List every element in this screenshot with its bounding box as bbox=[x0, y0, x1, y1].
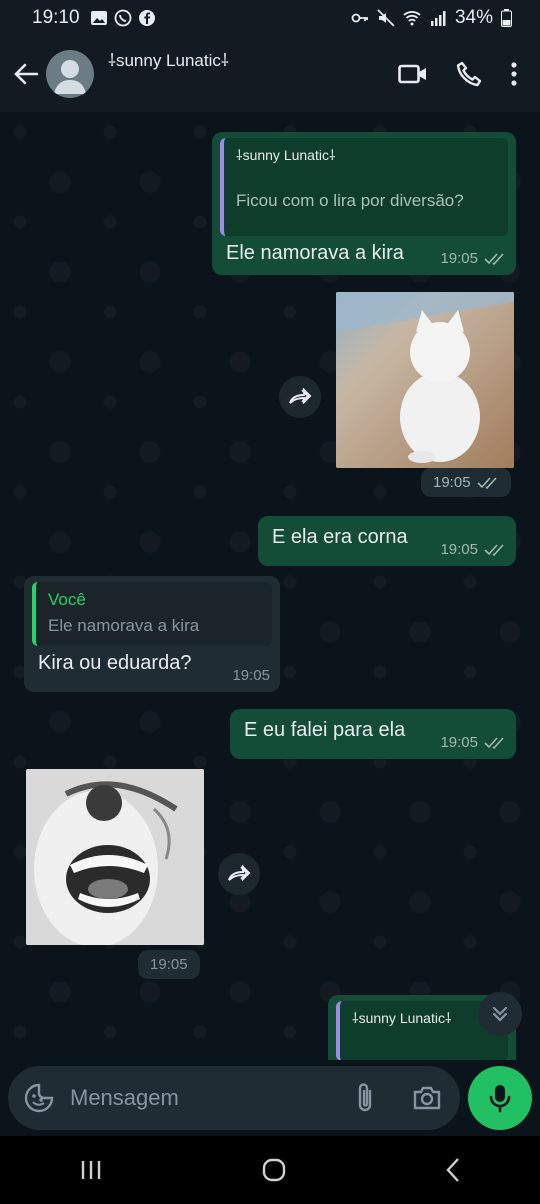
sticker-icon[interactable] bbox=[24, 1083, 54, 1113]
chevrons-down-icon bbox=[492, 1006, 508, 1022]
double-check-icon bbox=[484, 252, 504, 265]
message-meta: 19:05 bbox=[440, 250, 506, 267]
double-check-icon bbox=[484, 543, 504, 556]
facebook-icon bbox=[138, 10, 155, 26]
message-meta: 19:05 bbox=[232, 667, 270, 684]
notification-icons bbox=[90, 9, 156, 27]
composer: Mensagem bbox=[0, 1060, 540, 1136]
quote-author: Você bbox=[48, 590, 86, 609]
image-time: 19:05 bbox=[421, 468, 511, 497]
message-meta: 19:05 bbox=[440, 734, 506, 751]
image-message-clown[interactable] bbox=[26, 769, 204, 945]
image-message-cat[interactable] bbox=[336, 292, 514, 468]
quote-text: Ficou com o lira por diversão? bbox=[236, 191, 464, 210]
forward-button[interactable] bbox=[218, 853, 260, 895]
image-time: 19:05 bbox=[138, 950, 200, 979]
status-bar: 19:10 34% bbox=[0, 0, 540, 36]
message-time: 19:05 bbox=[150, 956, 188, 973]
wifi-icon bbox=[403, 11, 421, 26]
quote-author: ⸸sunny Lunatic⸸ bbox=[352, 1010, 452, 1026]
default-avatar-icon bbox=[54, 60, 86, 94]
system-icons: 34% bbox=[351, 7, 512, 29]
paperclip-icon[interactable] bbox=[354, 1082, 376, 1114]
quoted-message[interactable]: Você Ele namorava a kira bbox=[32, 582, 272, 646]
back-button[interactable] bbox=[6, 54, 46, 94]
message-bubble-outgoing[interactable]: E eu falei para ela 19:05 bbox=[230, 709, 516, 759]
contact-name[interactable]: ⸸sunny Lunatic⸸ bbox=[108, 48, 229, 71]
whatsapp-icon bbox=[114, 9, 131, 27]
mute-icon bbox=[377, 9, 395, 27]
message-time: 19:05 bbox=[232, 667, 270, 684]
signal-icon bbox=[430, 11, 446, 26]
video-call-icon bbox=[398, 64, 426, 84]
double-check-icon bbox=[484, 736, 504, 749]
more-options-button[interactable] bbox=[510, 61, 518, 87]
message-time: 19:05 bbox=[440, 541, 478, 558]
message-bubble-outgoing[interactable]: ⸸sunny Lunatic⸸ Ficou com o lira por div… bbox=[212, 132, 516, 275]
status-time: 19:10 bbox=[32, 7, 80, 28]
header-actions bbox=[398, 61, 518, 87]
message-input[interactable]: Mensagem bbox=[8, 1066, 460, 1130]
quote-text: Ele namorava a kira bbox=[48, 616, 200, 635]
forward-button[interactable] bbox=[279, 376, 321, 418]
quote-author: ⸸sunny Lunatic⸸ bbox=[236, 147, 336, 163]
back-nav-icon[interactable] bbox=[445, 1157, 461, 1183]
message-time: 19:05 bbox=[433, 474, 471, 491]
clown-photo bbox=[26, 769, 204, 945]
message-time: 19:05 bbox=[440, 250, 478, 267]
arrow-left-icon bbox=[14, 63, 39, 85]
home-icon[interactable] bbox=[262, 1158, 286, 1182]
message-bubble-incoming[interactable]: Você Ele namorava a kira Kira ou eduarda… bbox=[24, 576, 280, 692]
more-vert-icon bbox=[511, 62, 517, 86]
battery-icon bbox=[501, 9, 512, 27]
system-navigation-bar bbox=[0, 1136, 540, 1204]
forward-icon bbox=[289, 387, 312, 405]
chat-header: ⸸sunny Lunatic⸸ bbox=[0, 36, 540, 112]
battery-percent: 34% bbox=[454, 7, 493, 28]
gallery-icon bbox=[90, 11, 107, 25]
video-call-button[interactable] bbox=[398, 63, 428, 85]
scroll-to-bottom-button[interactable] bbox=[478, 992, 522, 1036]
message-time: 19:05 bbox=[440, 734, 478, 751]
chat-area[interactable]: ⸸sunny Lunatic⸸ Ficou com o lira por div… bbox=[0, 112, 540, 1060]
double-check-icon bbox=[476, 476, 497, 489]
message-meta: 19:05 bbox=[440, 541, 506, 558]
quoted-message[interactable]: ⸸sunny Lunatic⸸ Ficou com o lira por div… bbox=[220, 138, 508, 236]
mic-icon bbox=[489, 1085, 511, 1113]
composer-actions bbox=[354, 1082, 442, 1114]
avatar[interactable] bbox=[46, 50, 94, 98]
recent-apps-icon[interactable] bbox=[79, 1159, 103, 1181]
key-icon bbox=[351, 13, 368, 23]
message-placeholder: Mensagem bbox=[70, 1085, 179, 1110]
voice-call-button[interactable] bbox=[456, 61, 482, 87]
forward-icon bbox=[228, 864, 251, 882]
phone-icon bbox=[456, 61, 482, 87]
voice-record-button[interactable] bbox=[468, 1066, 532, 1130]
camera-icon[interactable] bbox=[412, 1085, 442, 1111]
cat-photo bbox=[336, 292, 514, 468]
message-bubble-outgoing[interactable]: E ela era corna 19:05 bbox=[258, 516, 516, 566]
